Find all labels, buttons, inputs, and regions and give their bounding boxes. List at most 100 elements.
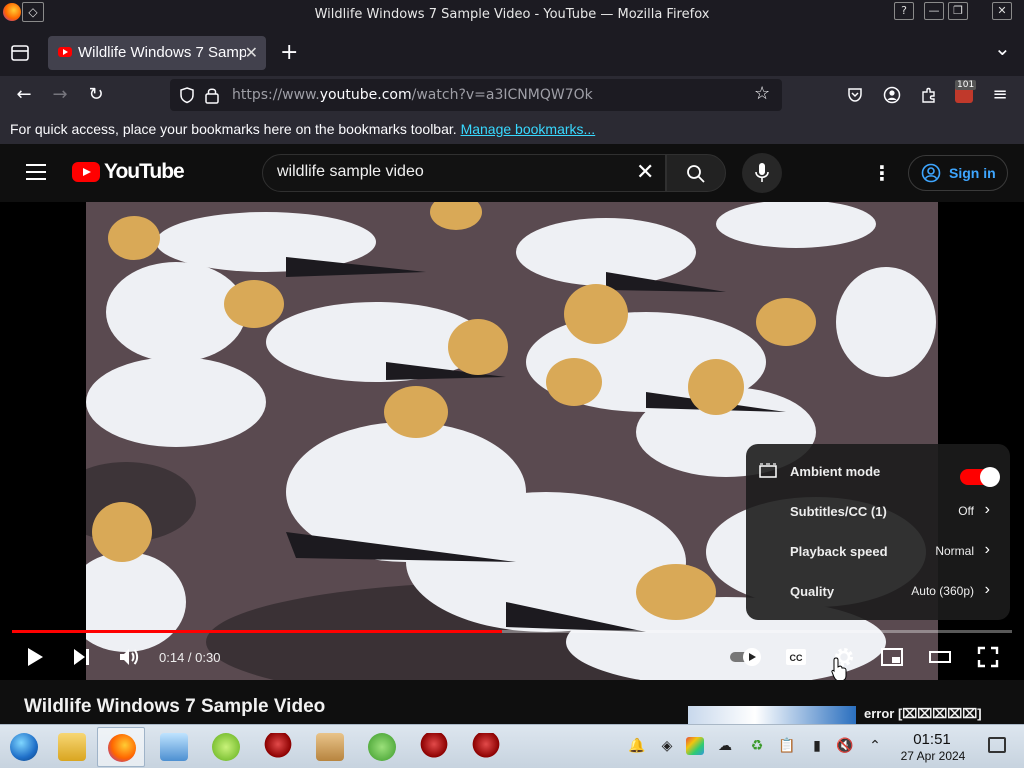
progress-played — [12, 630, 502, 633]
guide-menu-icon[interactable] — [26, 164, 46, 180]
youtube-logo-icon[interactable] — [72, 162, 100, 182]
sign-in-label: Sign in — [949, 165, 996, 181]
more-settings-icon[interactable]: ⋮ — [872, 161, 892, 185]
taskbar-refresh-app[interactable] — [202, 727, 250, 767]
chevron-right-icon: › — [984, 501, 990, 518]
microphone-icon — [755, 163, 769, 182]
chevron-right-icon: › — [984, 541, 990, 558]
taskbar-cloud[interactable] — [358, 727, 406, 767]
youtube-logo-text[interactable]: YouTube — [104, 160, 185, 184]
clipboard-icon[interactable]: 📋 — [778, 737, 796, 755]
play-icon[interactable] — [24, 645, 46, 669]
lock-icon[interactable] — [204, 86, 220, 104]
url-prefix: https://www. — [232, 87, 320, 103]
next-icon[interactable] — [70, 645, 94, 669]
volume-icon[interactable] — [117, 645, 141, 669]
clear-search-icon[interactable]: ✕ — [636, 162, 658, 184]
color-app-icon[interactable] — [686, 737, 704, 755]
search-button[interactable] — [666, 154, 726, 192]
video-title: Wildlife Windows 7 Sample Video — [24, 696, 326, 717]
minimize-button[interactable]: — — [924, 2, 944, 20]
taskbar-system-settings[interactable] — [150, 727, 198, 767]
close-window-button[interactable]: ✕ — [992, 2, 1012, 20]
monitor-icon — [160, 733, 188, 761]
taskbar-firefox[interactable] — [97, 727, 145, 767]
ambient-mode-toggle[interactable] — [960, 467, 1000, 487]
app-menu-icon[interactable]: ≡ — [988, 84, 1012, 105]
theater-mode-icon[interactable] — [928, 645, 952, 669]
clock-date[interactable]: 27 Apr 2024 — [893, 749, 973, 763]
settings-row-quality[interactable]: Quality Auto (360p) › — [746, 571, 1010, 611]
taskbar-archive[interactable] — [306, 727, 354, 767]
cloud-sync-icon[interactable]: ☁ — [716, 737, 734, 755]
clock-time[interactable]: 01:51 — [910, 731, 954, 748]
time-display: 0:14 / 0:30 — [159, 650, 221, 665]
taskbar-wine-1[interactable] — [254, 727, 302, 767]
bookmarks-hint-text: For quick access, place your bookmarks h… — [10, 121, 457, 137]
back-icon[interactable]: ← — [12, 84, 36, 105]
watch-metadata: Wildlife Windows 7 Sample Video error [⌧… — [0, 680, 1024, 726]
related-video-thumbnail[interactable] — [688, 706, 856, 726]
tab-strip: Wildlife Windows 7 Sample Video - YouTub… — [0, 30, 1024, 76]
account-icon[interactable] — [883, 86, 901, 104]
bookmark-star-icon[interactable]: ☆ — [754, 83, 770, 104]
forward-icon[interactable]: → — [48, 84, 72, 105]
package-icon — [316, 733, 344, 761]
related-video-title[interactable]: error [⌧⌧⌧⌧⌧] — [864, 706, 982, 722]
manage-bookmarks-link[interactable]: Manage bookmarks... — [461, 121, 596, 137]
svg-text:CC: CC — [790, 653, 803, 663]
recycle-icon — [212, 733, 240, 761]
settings-value: Auto (360p) — [911, 584, 974, 598]
tray-expand-icon[interactable]: ⌃ — [866, 737, 884, 755]
show-desktop-icon[interactable] — [988, 737, 1006, 753]
window-titlebar: ◇ Wildlife Windows 7 Sample Video - YouT… — [0, 0, 1024, 30]
reload-icon[interactable]: ↻ — [84, 84, 108, 105]
recycle-tray-icon[interactable]: ♻ — [748, 737, 766, 755]
search-box[interactable] — [262, 154, 666, 192]
tab-close-icon[interactable]: ✕ — [245, 43, 258, 62]
search-input[interactable] — [277, 163, 617, 181]
subtitles-cc-icon[interactable]: CC — [784, 645, 808, 669]
user-icon — [921, 163, 941, 183]
mouse-cursor-icon — [831, 657, 847, 682]
url-path: /watch?v=a3ICNMQW7Ok — [411, 87, 593, 103]
youtube-header: YouTube ✕ ⋮ Sign in — [0, 144, 1024, 202]
sign-in-button[interactable]: Sign in — [908, 155, 1008, 191]
settings-row-ambient-mode[interactable]: Ambient mode — [746, 451, 1010, 491]
network-globe-icon[interactable]: ◈ — [658, 737, 676, 755]
extensions-puzzle-icon[interactable] — [920, 86, 938, 104]
volume-muted-icon[interactable]: 🔇 — [836, 737, 854, 755]
taskbar-wine-2[interactable] — [410, 727, 458, 767]
fullscreen-icon[interactable] — [976, 645, 1000, 669]
autoplay-toggle-icon[interactable] — [728, 645, 764, 669]
help-button[interactable]: ? — [894, 2, 914, 20]
miniplayer-icon[interactable] — [880, 645, 904, 669]
settings-label: Quality — [790, 584, 835, 599]
settings-row-subtitles[interactable]: Subtitles/CC (1) Off › — [746, 491, 1010, 531]
firefox-icon — [108, 734, 136, 762]
shield-icon[interactable] — [178, 86, 196, 104]
tab-label: Wildlife Windows 7 Sample Video - YouTub… — [78, 44, 246, 61]
settings-row-playback-speed[interactable]: Playback speed Normal › — [746, 531, 1010, 571]
start-button[interactable] — [0, 727, 48, 767]
url-bar[interactable]: https://www.youtube.com/watch?v=a3ICNMQW… — [170, 79, 782, 111]
notifications-bell-icon[interactable]: 🔔 — [628, 737, 646, 755]
new-tab-button[interactable]: + — [280, 40, 298, 65]
battery-icon[interactable]: ▮ — [808, 737, 826, 755]
taskbar-wine-3[interactable] — [462, 727, 510, 767]
maximize-button[interactable]: ❐ — [948, 2, 968, 20]
folder-icon — [58, 733, 86, 761]
cloud-icon — [368, 733, 396, 761]
settings-value: Off — [958, 504, 974, 518]
list-tabs-button[interactable]: ⌄ — [994, 36, 1011, 60]
firefox-view-icon[interactable] — [10, 44, 30, 62]
url-text[interactable]: https://www.youtube.com/watch?v=a3ICNMQW… — [232, 87, 593, 103]
ambient-mode-icon — [759, 463, 777, 478]
voice-search-button[interactable] — [742, 153, 782, 193]
taskbar-file-manager[interactable] — [48, 727, 96, 767]
tab-youtube[interactable]: Wildlife Windows 7 Sample Video - YouTub… — [48, 36, 266, 70]
bookmarks-toolbar: For quick access, place your bookmarks h… — [0, 114, 1024, 144]
pocket-icon[interactable] — [846, 86, 864, 104]
wine-glass-icon — [472, 733, 500, 761]
search-icon — [687, 165, 705, 183]
